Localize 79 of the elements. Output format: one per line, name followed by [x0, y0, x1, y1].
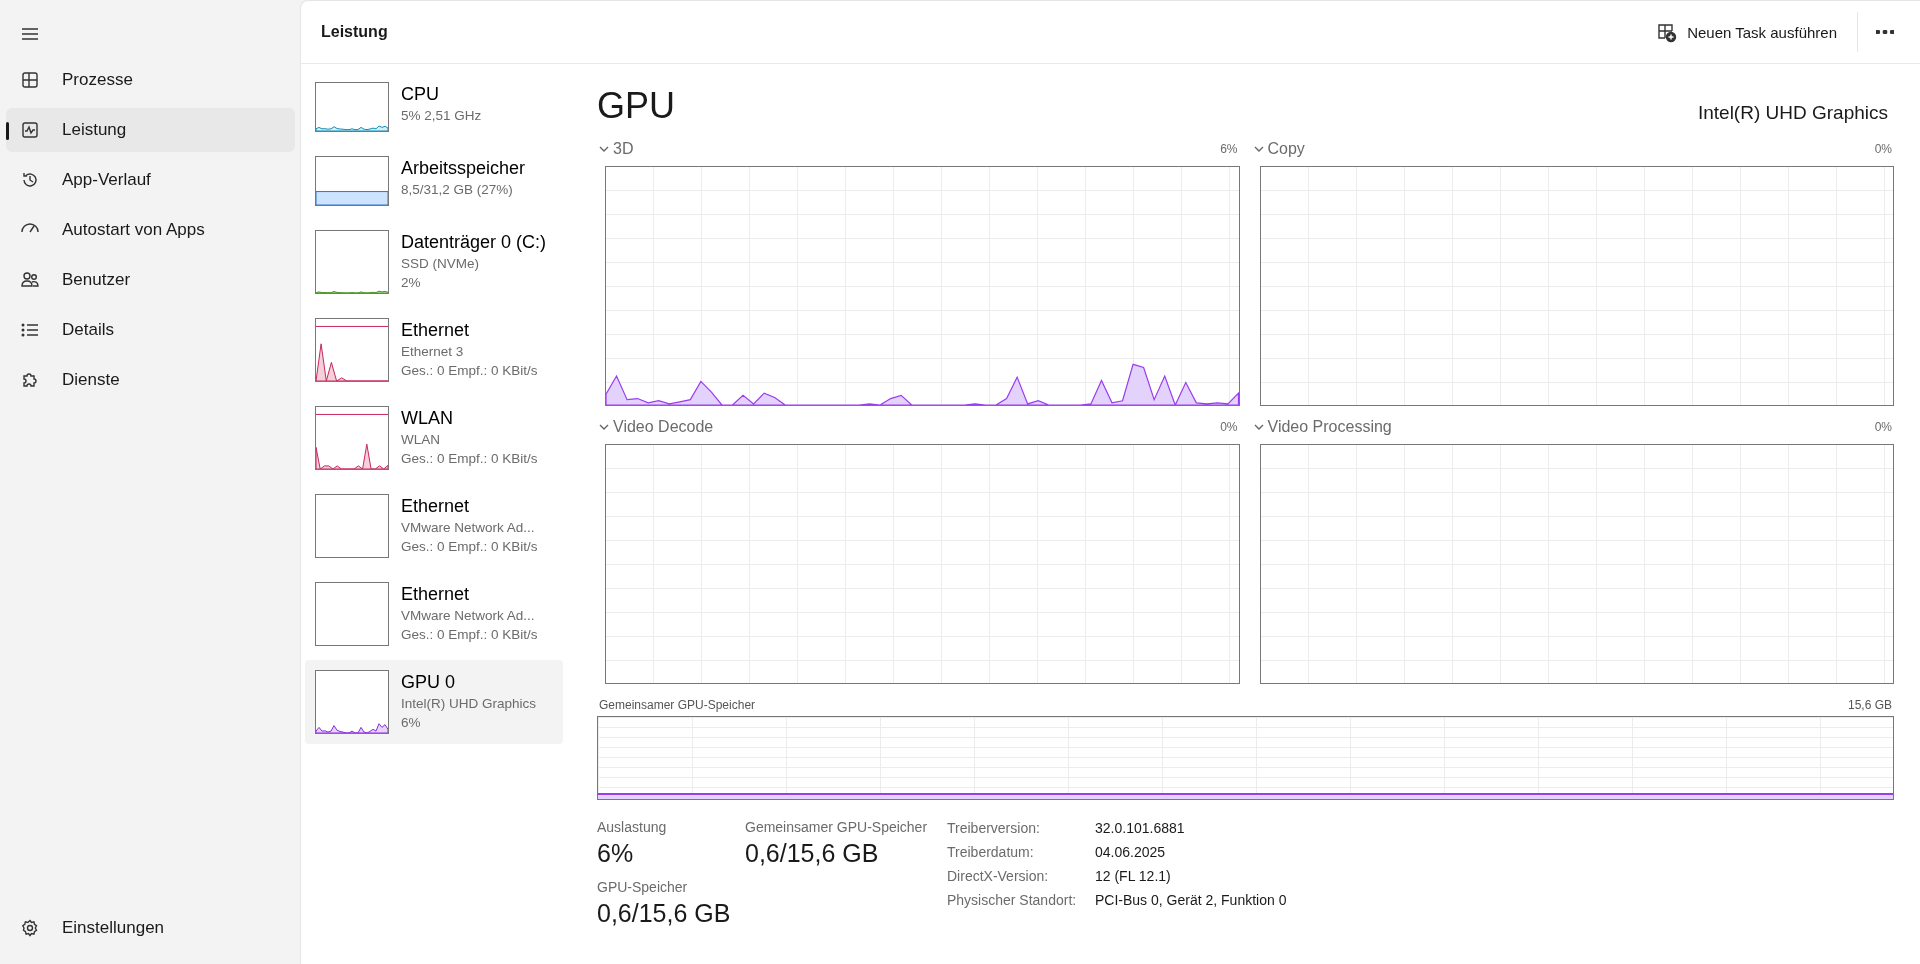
- engine-reading: 0%: [1220, 420, 1239, 434]
- settings-icon: [20, 918, 40, 938]
- device-detail: VMware Network Ad...: [401, 519, 536, 537]
- device-name: Ethernet: [401, 319, 471, 342]
- device-name: GPU 0: [401, 671, 457, 694]
- adapter-name: Intel(R) UHD Graphics: [1697, 102, 1889, 124]
- device-detail: VMware Network Ad...: [401, 607, 536, 625]
- run-task-button[interactable]: Neuen Task ausführen: [1647, 15, 1845, 49]
- property-value: 32.0.101.6881: [1095, 819, 1186, 838]
- property-value: PCI-Bus 0, Gerät 2, Funktion 0: [1095, 891, 1287, 910]
- puzzle-icon: [20, 370, 40, 390]
- engine-reading: 0%: [1874, 142, 1893, 156]
- device-detail: Ges.: 0 Empf.: 0 KBit/s: [401, 626, 538, 644]
- new-task-icon: [1655, 21, 1678, 43]
- property-value: 04.06.2025: [1095, 843, 1167, 862]
- stat-value: 0,6/15,6 GB: [745, 838, 880, 869]
- device-item[interactable]: WLAN WLAN Ges.: 0 Empf.: 0 KBit/s: [305, 396, 563, 480]
- grid-icon: [20, 70, 40, 90]
- device-item[interactable]: GPU 0 Intel(R) UHD Graphics 6%: [305, 660, 563, 744]
- engine-label[interactable]: Video Decode: [599, 418, 1221, 436]
- device-item[interactable]: Ethernet VMware Network Ad... Ges.: 0 Empf.: 0 KBit/s: [305, 572, 563, 656]
- device-name: Datenträger 0 (C:): [401, 231, 547, 254]
- device-detail: Ges.: 0 Empf.: 0 KBit/s: [401, 450, 538, 468]
- history-icon: [20, 170, 40, 190]
- device-item[interactable]: CPU 5% 2,51 GHz: [305, 72, 563, 142]
- device-name: Arbeitsspeicher: [401, 157, 526, 180]
- engine-label[interactable]: Copy: [1253, 140, 1875, 158]
- device-detail: WLAN: [401, 431, 441, 449]
- detail-title: GPU: [597, 84, 675, 128]
- device-name: CPU: [401, 83, 440, 106]
- nav-item[interactable]: Benutzer: [6, 258, 295, 302]
- device-detail: 2%: [401, 274, 422, 292]
- property-label: Physischer Standort:: [947, 891, 1078, 910]
- nav-item[interactable]: Autostart von Apps: [6, 208, 295, 252]
- stat-value: 0,6/15,6 GB: [597, 898, 732, 929]
- nav-item[interactable]: App-Verlauf: [6, 158, 295, 202]
- device-detail: 6%: [401, 714, 422, 732]
- engine-label[interactable]: Video Processing: [1253, 418, 1875, 436]
- page-title: Leistung: [321, 23, 389, 41]
- device-item[interactable]: Arbeitsspeicher 8,5/31,2 GB (27%): [305, 146, 563, 216]
- nav-item[interactable]: Details: [6, 308, 295, 352]
- device-name: WLAN: [401, 407, 454, 430]
- stat-label: Auslastung: [597, 818, 668, 836]
- device-detail: SSD (NVMe): [401, 255, 480, 273]
- chevron-icon: [1253, 422, 1264, 432]
- nav-item[interactable]: Dienste: [6, 358, 295, 402]
- settings-button[interactable]: Einstellungen: [6, 906, 295, 950]
- device-detail: Intel(R) UHD Graphics: [401, 695, 537, 713]
- more-icon: [1876, 30, 1894, 34]
- people-icon: [20, 270, 40, 290]
- property-label: DirectX-Version:: [947, 867, 1050, 886]
- graph-label: Gemeinsamer GPU-Speicher: [599, 698, 756, 712]
- stat-label: GPU-Speicher: [597, 878, 689, 896]
- property-value: 12 (FL 12.1): [1095, 867, 1172, 886]
- device-detail: Ethernet 3: [401, 343, 465, 361]
- property-label: Treiberversion:: [947, 818, 1095, 842]
- device-detail: Ges.: 0 Empf.: 0 KBit/s: [401, 362, 538, 380]
- device-item[interactable]: Datenträger 0 (C:) SSD (NVMe) 2%: [305, 220, 563, 304]
- device-name: Ethernet: [401, 583, 471, 606]
- device-name: Ethernet: [401, 495, 471, 518]
- device-detail: Ges.: 0 Empf.: 0 KBit/s: [401, 538, 538, 556]
- stat-label: Gemeinsamer GPU-Speicher: [745, 818, 929, 836]
- device-detail: 8,5/31,2 GB (27%): [401, 181, 514, 199]
- selection-indicator: [6, 122, 9, 140]
- graph-maximum: 15,6 GB: [1847, 698, 1892, 712]
- device-item[interactable]: Ethernet Ethernet 3 Ges.: 0 Empf.: 0 KBit/s: [305, 308, 563, 392]
- device-item[interactable]: Ethernet VMware Network Ad... Ges.: 0 Empf.: 0 KBit/s: [305, 484, 563, 568]
- engine-reading: 6%: [1220, 142, 1239, 156]
- engine-label[interactable]: 3D: [599, 140, 1221, 158]
- nav-item[interactable]: Leistung: [6, 108, 295, 152]
- chevron-icon: [1253, 144, 1264, 154]
- pulse-icon: [20, 120, 40, 140]
- stat-value: 6%: [597, 838, 635, 869]
- chevron-icon: [599, 144, 609, 154]
- nav-item[interactable]: Prozesse: [6, 58, 295, 102]
- device-detail: 5% 2,51 GHz: [401, 107, 482, 125]
- property-label: Treiberdatum:: [947, 842, 1095, 866]
- engine-reading: 0%: [1874, 420, 1893, 434]
- chevron-icon: [599, 422, 609, 432]
